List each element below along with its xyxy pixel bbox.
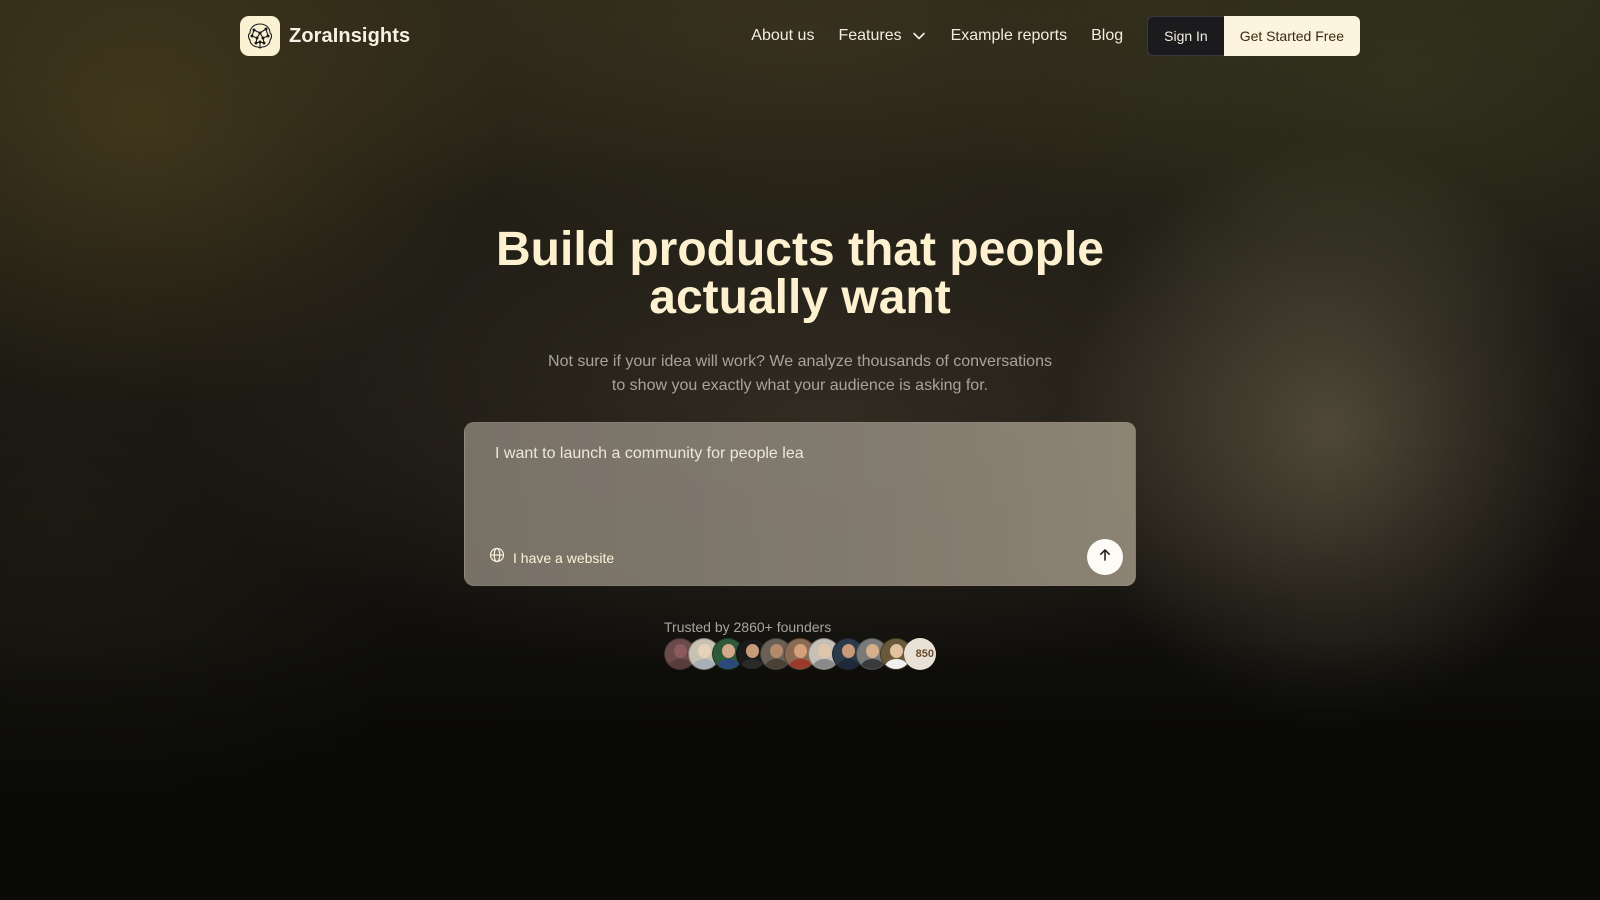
brain-network-icon <box>240 16 280 56</box>
website-toggle[interactable]: I have a website <box>489 547 614 568</box>
brand-link[interactable]: ZoraInsights <box>240 16 410 56</box>
avatar-face <box>866 644 879 658</box>
globe-icon <box>489 547 505 568</box>
hero-title-line1: Build products that people <box>496 223 1104 276</box>
avatar-more-count: 850 <box>904 638 936 670</box>
brand-name: ZoraInsights <box>289 24 411 47</box>
avatar-face <box>818 644 831 658</box>
avatar-face <box>794 644 807 658</box>
main-nav: About us Features Example reports Blog S… <box>751 16 1360 56</box>
avatar-face <box>842 644 855 658</box>
founder-avatars: 850 <box>664 638 936 670</box>
hero-subtitle-line1: Not sure if your idea will work? We anal… <box>548 353 1052 370</box>
hero-title-line2: actually want <box>649 271 951 324</box>
nav-features-label: Features <box>838 27 902 44</box>
avatar-face <box>722 644 735 658</box>
nav-about-us[interactable]: About us <box>751 27 814 45</box>
nav-features[interactable]: Features <box>838 27 926 45</box>
sign-in-button[interactable]: Sign In <box>1147 16 1224 56</box>
hero-subtitle-line2: to show you exactly what your audience i… <box>611 377 989 394</box>
arrow-up-icon <box>1098 548 1112 567</box>
page-background-fade <box>0 640 1600 900</box>
avatar-face <box>698 644 711 658</box>
nav-blog[interactable]: Blog <box>1091 27 1123 45</box>
idea-prompt-card: I have a website <box>464 422 1136 586</box>
chevron-down-icon <box>911 28 927 44</box>
hero-subtitle: Not sure if your idea will work? We anal… <box>500 350 1100 398</box>
avatar-face <box>890 644 903 658</box>
avatar-face <box>746 644 759 658</box>
submit-button[interactable] <box>1087 539 1123 575</box>
trusted-by-text: Trusted by 2860+ founders <box>664 619 832 635</box>
hero-title: Build products that people actually want <box>400 226 1200 322</box>
nav-example-reports[interactable]: Example reports <box>951 27 1068 45</box>
site-header: ZoraInsights About us Features Example r… <box>240 16 1360 56</box>
website-toggle-label: I have a website <box>513 549 615 566</box>
avatar-face <box>770 644 783 658</box>
get-started-button[interactable]: Get Started Free <box>1223 16 1360 56</box>
avatar-face <box>674 644 687 658</box>
auth-buttons: Sign In Get Started Free <box>1147 16 1360 56</box>
idea-input[interactable] <box>495 443 1095 523</box>
